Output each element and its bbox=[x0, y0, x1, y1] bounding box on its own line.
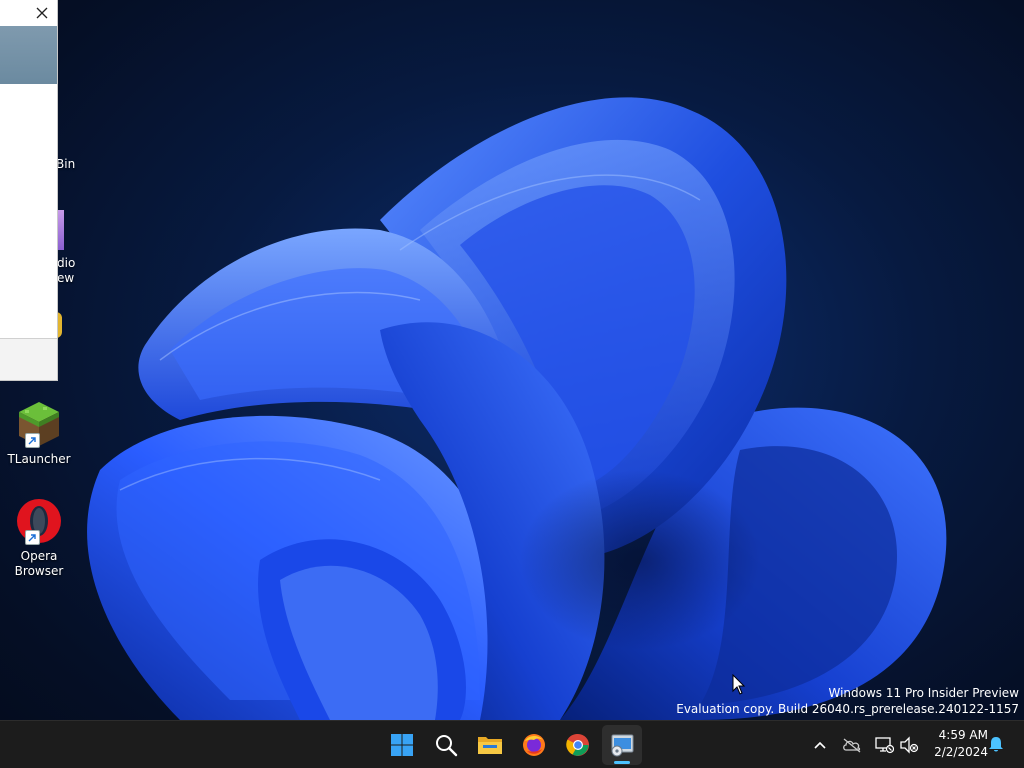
taskbar-file-explorer-button[interactable] bbox=[470, 725, 510, 765]
chevron-up-icon bbox=[814, 741, 826, 749]
network-icon bbox=[875, 737, 894, 754]
taskbar-installer-button[interactable] bbox=[602, 725, 642, 765]
desktop-fragment-view: ew bbox=[57, 271, 75, 285]
clock-date: 2/2/2024 bbox=[934, 745, 988, 759]
desktop-icon-label: TLauncher bbox=[7, 452, 71, 466]
tlauncher-icon bbox=[15, 400, 63, 448]
opera-icon bbox=[15, 497, 63, 545]
taskbar-start-button[interactable] bbox=[382, 725, 422, 765]
cloud-offline-icon bbox=[843, 738, 861, 753]
tray-overflow-button[interactable] bbox=[804, 729, 836, 761]
taskbar: 4:59 AM 2/2/2024 bbox=[0, 720, 1024, 768]
taskbar-clock[interactable]: 4:59 AM 2/2/2024 bbox=[924, 727, 988, 763]
active-app-indicator bbox=[614, 761, 630, 764]
mouse-cursor-icon bbox=[732, 674, 746, 695]
dialog-window bbox=[0, 0, 58, 381]
shortcut-arrow-icon bbox=[25, 433, 40, 448]
window-footer bbox=[0, 339, 57, 380]
tray-volume-button[interactable] bbox=[893, 729, 925, 761]
window-close-button[interactable] bbox=[28, 1, 56, 25]
close-icon bbox=[36, 7, 48, 19]
tray-notifications-button[interactable] bbox=[980, 729, 1012, 761]
installer-app-icon bbox=[611, 734, 634, 757]
chrome-icon bbox=[566, 733, 589, 756]
desktop-icon-label: Opera Browser bbox=[14, 549, 64, 578]
watermark-build: Evaluation copy. Build 26040.rs_prerelea… bbox=[676, 702, 1019, 716]
taskbar-chrome-button[interactable] bbox=[558, 725, 598, 765]
shortcut-arrow-icon bbox=[25, 530, 40, 545]
desktop: Bin s dio ew bbox=[0, 0, 1024, 768]
window-titlebar bbox=[0, 0, 57, 26]
desktop-fragment-bin: Bin bbox=[56, 157, 76, 171]
watermark-edition: Windows 11 Pro Insider Preview bbox=[828, 686, 1019, 700]
taskbar-firefox-button[interactable] bbox=[514, 725, 554, 765]
clock-time: 4:59 AM bbox=[938, 728, 988, 742]
search-icon bbox=[436, 735, 458, 757]
windows-start-icon bbox=[391, 734, 413, 756]
desktop-fragment-studio: dio bbox=[57, 256, 76, 270]
notification-bell-icon bbox=[989, 737, 1003, 752]
taskbar-search-button[interactable] bbox=[426, 725, 466, 765]
firefox-icon bbox=[523, 734, 545, 756]
file-explorer-icon bbox=[478, 737, 502, 754]
evaluation-watermark: Windows 11 Pro Insider Preview Evaluatio… bbox=[676, 685, 1019, 717]
wallpaper-bloom bbox=[87, 97, 947, 720]
tray-onedrive-button[interactable] bbox=[836, 729, 868, 761]
desktop-icon-opera[interactable]: Opera Browser bbox=[1, 497, 77, 579]
window-header-banner bbox=[0, 26, 57, 84]
desktop-icon-tlauncher[interactable]: TLauncher bbox=[1, 400, 77, 467]
volume-muted-icon bbox=[900, 736, 919, 754]
